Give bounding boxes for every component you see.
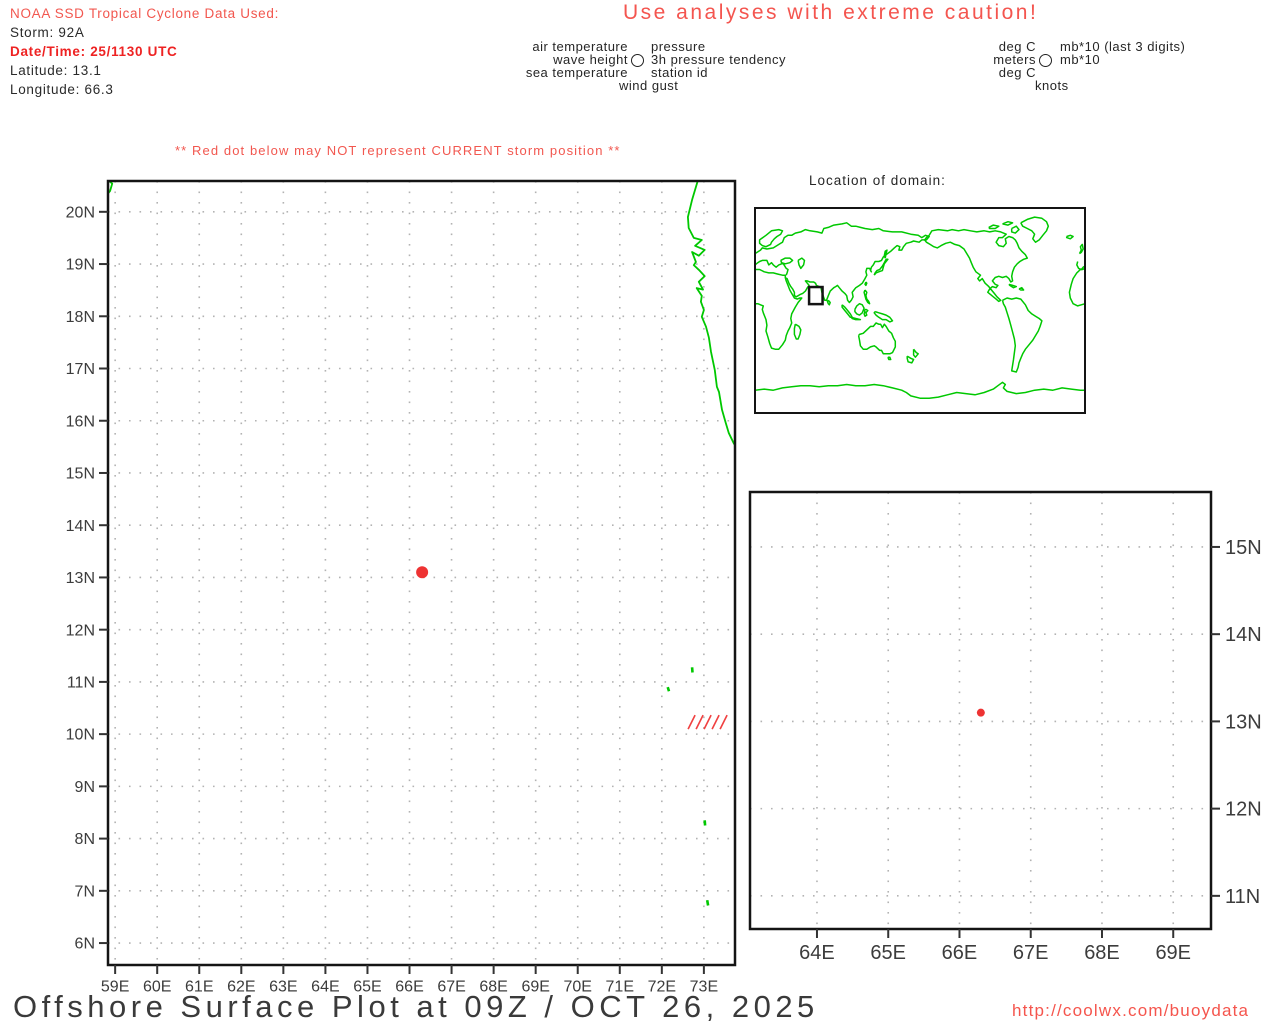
coastline <box>887 356 892 361</box>
unit-deg-c-2: deg C <box>998 65 1036 80</box>
storm-position-dot <box>416 566 429 579</box>
latitude-line: Latitude: 13.1 <box>10 63 102 78</box>
lat-tick-label: 13N <box>1225 711 1262 733</box>
lat-tick-label: 8N <box>75 831 95 848</box>
lon-tick-label: 66E <box>942 942 978 964</box>
coastline <box>1020 216 1050 243</box>
world-map-border <box>754 207 1086 414</box>
site-url-link[interactable]: http://coolwx.com/buoydata <box>1012 1002 1249 1020</box>
storm-id-line: Storm: 92A <box>10 25 85 40</box>
coastline <box>793 323 802 340</box>
coastline <box>1010 225 1020 234</box>
coastline <box>687 181 735 447</box>
island-mark <box>666 686 671 692</box>
lat-tick-label: 13N <box>66 570 95 587</box>
coastline <box>841 304 853 319</box>
lon-tick-label: 69E <box>1155 942 1191 964</box>
lat-tick-label: 20N <box>66 204 95 221</box>
coastline <box>755 381 1085 399</box>
coastline <box>850 316 862 321</box>
station-circle-icon <box>631 54 644 67</box>
coastline <box>1065 234 1074 240</box>
inset-title: Location of domain: <box>809 173 946 188</box>
coastline <box>1018 286 1025 291</box>
coastline <box>1002 220 1014 226</box>
zoom-map: 11N 12N 13N 14N 15N 64E 65E 66E 67E 68E 69E <box>748 490 1262 964</box>
world-map <box>754 207 1086 414</box>
lon-tick-label: 65E <box>870 942 906 964</box>
coastline <box>857 322 897 355</box>
datetime-line: Date/Time: 25/1130 UTC <box>10 44 178 59</box>
lat-tick-label: 10N <box>66 727 95 744</box>
coastline <box>780 257 794 265</box>
coastline <box>864 281 868 287</box>
longitude-line: Longitude: 66.3 <box>10 82 114 97</box>
hatch-mark <box>695 714 704 730</box>
main-map: 6N 7N 8N 9N 10N 11N 12N 13N 14N 15N 16N 17N 18N 19N 20… <box>66 179 737 996</box>
legend-sea-temperature: sea temperature <box>525 65 628 80</box>
unit-mb10: mb*10 <box>1060 52 1101 67</box>
buoy-plot-page: 6N 7N 8N 9N 10N 11N 12N 13N 14N 15N 16N 17N 18N 19N 20… <box>0 0 1280 1024</box>
lat-tick-label: 16N <box>66 413 95 430</box>
lat-tick-label: 9N <box>75 779 95 796</box>
lat-tick-label: 14N <box>66 518 95 535</box>
lat-tick-label: 15N <box>1225 537 1262 559</box>
storm-position-note: ** Red dot below may NOT represent CURRE… <box>175 143 621 158</box>
storm-position-dot <box>976 708 985 717</box>
lat-tick-label: 17N <box>66 361 95 378</box>
coastline <box>1068 267 1085 307</box>
coastline <box>1008 283 1018 289</box>
lat-tick-label: 11N <box>67 675 95 692</box>
coastline <box>863 289 871 305</box>
lat-tick-label: 7N <box>75 883 95 900</box>
coastline <box>1001 297 1043 373</box>
coastline <box>988 224 1000 230</box>
lat-tick-label: 12N <box>1225 799 1262 821</box>
lat-tick-label: 15N <box>66 466 95 483</box>
coastline <box>1078 243 1084 255</box>
lon-tick-label: 68E <box>1084 942 1120 964</box>
lat-tick-label: 14N <box>1225 624 1262 646</box>
caution-headline: Use analyses with extreme caution! <box>623 1 1039 24</box>
coastline <box>912 348 919 358</box>
island-mark <box>705 899 710 906</box>
coastline <box>883 249 888 259</box>
lat-tick-label: 18N <box>66 309 95 326</box>
hatch-mark <box>687 714 696 730</box>
coastline <box>873 310 894 323</box>
lon-tick-label: 67E <box>1013 942 1049 964</box>
coastline <box>863 308 869 317</box>
hatch-mark <box>711 714 720 730</box>
coastline <box>854 302 865 316</box>
lat-tick-label: 11N <box>1225 886 1260 908</box>
data-source-line: NOAA SSD Tropical Cyclone Data Used: <box>10 6 280 21</box>
unit-knots: knots <box>1035 78 1069 93</box>
coastline <box>755 277 803 350</box>
lon-tick-label: 64E <box>799 942 835 964</box>
coastline <box>906 355 915 364</box>
coastline <box>923 228 1029 303</box>
domain-locator-box <box>807 285 824 306</box>
lat-tick-label: 6N <box>75 936 95 953</box>
lat-tick-label: 12N <box>66 622 95 639</box>
hatch-mark <box>719 714 728 730</box>
lat-tick-label: 19N <box>66 257 95 274</box>
coastline <box>797 257 806 270</box>
legend-wind-gust: wind gust <box>619 78 679 93</box>
coastline <box>826 299 831 306</box>
station-circle-icon <box>1039 54 1052 67</box>
page-title: Offshore Surface Plot at 09Z / OCT 26, 2… <box>13 989 819 1024</box>
hatch-mark <box>703 714 712 730</box>
